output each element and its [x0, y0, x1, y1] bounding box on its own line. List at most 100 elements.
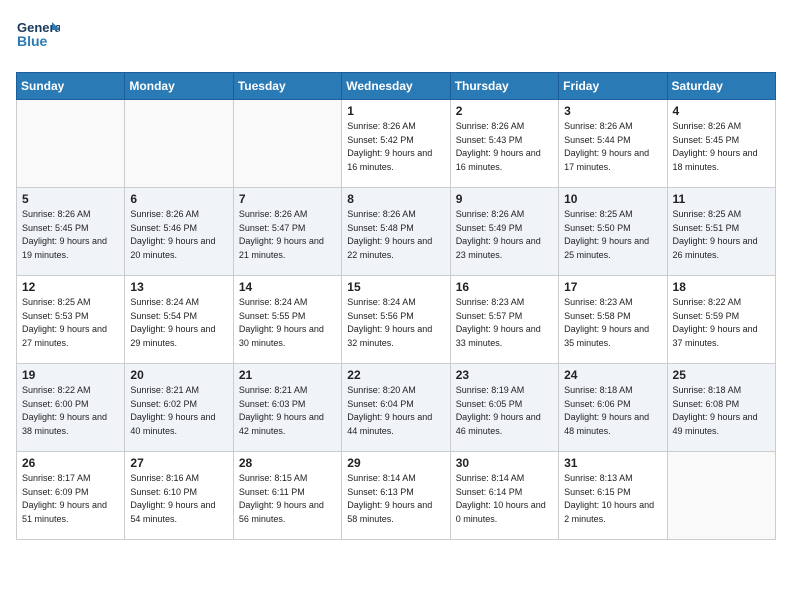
day-number: 4 — [673, 104, 770, 118]
sunset-text: Sunset: 5:42 PM — [347, 134, 444, 148]
calendar-cell: 19Sunrise: 8:22 AMSunset: 6:00 PMDayligh… — [17, 364, 125, 452]
calendar-cell: 25Sunrise: 8:18 AMSunset: 6:08 PMDayligh… — [667, 364, 775, 452]
sunset-text: Sunset: 6:15 PM — [564, 486, 661, 500]
day-number: 8 — [347, 192, 444, 206]
sunrise-text: Sunrise: 8:25 AM — [564, 208, 661, 222]
daylight-text: Daylight: 9 hours and 29 minutes. — [130, 323, 227, 350]
day-header-sunday: Sunday — [17, 73, 125, 100]
sunset-text: Sunset: 6:05 PM — [456, 398, 553, 412]
calendar-cell: 12Sunrise: 8:25 AMSunset: 5:53 PMDayligh… — [17, 276, 125, 364]
calendar-cell: 11Sunrise: 8:25 AMSunset: 5:51 PMDayligh… — [667, 188, 775, 276]
daylight-text: Daylight: 10 hours and 2 minutes. — [564, 499, 661, 526]
calendar-cell — [667, 452, 775, 540]
day-number: 12 — [22, 280, 119, 294]
sunrise-text: Sunrise: 8:18 AM — [673, 384, 770, 398]
day-info: Sunrise: 8:26 AMSunset: 5:45 PMDaylight:… — [22, 208, 119, 262]
day-number: 7 — [239, 192, 336, 206]
sunrise-text: Sunrise: 8:26 AM — [239, 208, 336, 222]
sunset-text: Sunset: 5:51 PM — [673, 222, 770, 236]
day-info: Sunrise: 8:23 AMSunset: 5:58 PMDaylight:… — [564, 296, 661, 350]
day-header-tuesday: Tuesday — [233, 73, 341, 100]
sunrise-text: Sunrise: 8:26 AM — [347, 208, 444, 222]
daylight-text: Daylight: 9 hours and 30 minutes. — [239, 323, 336, 350]
day-info: Sunrise: 8:19 AMSunset: 6:05 PMDaylight:… — [456, 384, 553, 438]
sunset-text: Sunset: 6:03 PM — [239, 398, 336, 412]
daylight-text: Daylight: 9 hours and 22 minutes. — [347, 235, 444, 262]
day-header-friday: Friday — [559, 73, 667, 100]
sunset-text: Sunset: 5:57 PM — [456, 310, 553, 324]
day-info: Sunrise: 8:21 AMSunset: 6:03 PMDaylight:… — [239, 384, 336, 438]
sunrise-text: Sunrise: 8:22 AM — [673, 296, 770, 310]
day-info: Sunrise: 8:26 AMSunset: 5:44 PMDaylight:… — [564, 120, 661, 174]
daylight-text: Daylight: 9 hours and 42 minutes. — [239, 411, 336, 438]
calendar-cell: 24Sunrise: 8:18 AMSunset: 6:06 PMDayligh… — [559, 364, 667, 452]
calendar-cell: 7Sunrise: 8:26 AMSunset: 5:47 PMDaylight… — [233, 188, 341, 276]
calendar-cell: 28Sunrise: 8:15 AMSunset: 6:11 PMDayligh… — [233, 452, 341, 540]
sunset-text: Sunset: 5:43 PM — [456, 134, 553, 148]
day-header-wednesday: Wednesday — [342, 73, 450, 100]
calendar-cell: 13Sunrise: 8:24 AMSunset: 5:54 PMDayligh… — [125, 276, 233, 364]
calendar-cell — [125, 100, 233, 188]
sunset-text: Sunset: 6:13 PM — [347, 486, 444, 500]
sunrise-text: Sunrise: 8:26 AM — [22, 208, 119, 222]
sunrise-text: Sunrise: 8:22 AM — [22, 384, 119, 398]
day-number: 29 — [347, 456, 444, 470]
day-info: Sunrise: 8:26 AMSunset: 5:42 PMDaylight:… — [347, 120, 444, 174]
daylight-text: Daylight: 9 hours and 33 minutes. — [456, 323, 553, 350]
calendar-cell: 30Sunrise: 8:14 AMSunset: 6:14 PMDayligh… — [450, 452, 558, 540]
day-number: 15 — [347, 280, 444, 294]
calendar-cell: 22 Sunrise: 8:20 AMSunset: 6:04 PMDayligh… — [342, 364, 450, 452]
calendar-cell: 31Sunrise: 8:13 AMSunset: 6:15 PMDayligh… — [559, 452, 667, 540]
sunrise-text: Sunrise: 8:26 AM — [347, 120, 444, 134]
daylight-text: Daylight: 9 hours and 26 minutes. — [673, 235, 770, 262]
calendar-cell: 23Sunrise: 8:19 AMSunset: 6:05 PMDayligh… — [450, 364, 558, 452]
daylight-text: Daylight: 9 hours and 32 minutes. — [347, 323, 444, 350]
day-number: 22 — [347, 368, 444, 382]
day-info: Sunrise: 8:17 AMSunset: 6:09 PMDaylight:… — [22, 472, 119, 526]
day-info: Sunrise: 8:15 AMSunset: 6:11 PMDaylight:… — [239, 472, 336, 526]
sunrise-text: Sunrise: 8:25 AM — [673, 208, 770, 222]
day-number: 5 — [22, 192, 119, 206]
daylight-text: Daylight: 9 hours and 27 minutes. — [22, 323, 119, 350]
sunrise-text: Sunrise: 8:23 AM — [564, 296, 661, 310]
day-info: Sunrise: 8:20 AMSunset: 6:04 PMDaylight:… — [347, 384, 444, 438]
daylight-text: Daylight: 9 hours and 44 minutes. — [347, 411, 444, 438]
sunset-text: Sunset: 5:55 PM — [239, 310, 336, 324]
day-info: Sunrise: 8:24 AMSunset: 5:56 PMDaylight:… — [347, 296, 444, 350]
day-number: 21 — [239, 368, 336, 382]
day-number: 24 — [564, 368, 661, 382]
daylight-text: Daylight: 9 hours and 16 minutes. — [347, 147, 444, 174]
day-number: 1 — [347, 104, 444, 118]
sunset-text: Sunset: 6:06 PM — [564, 398, 661, 412]
daylight-text: Daylight: 9 hours and 37 minutes. — [673, 323, 770, 350]
sunrise-text: Sunrise: 8:21 AM — [130, 384, 227, 398]
daylight-text: Daylight: 9 hours and 48 minutes. — [564, 411, 661, 438]
sunset-text: Sunset: 5:44 PM — [564, 134, 661, 148]
day-number: 31 — [564, 456, 661, 470]
calendar-table: SundayMondayTuesdayWednesdayThursdayFrid… — [16, 72, 776, 540]
sunrise-text: Sunrise: 8:26 AM — [456, 208, 553, 222]
daylight-text: Daylight: 9 hours and 56 minutes. — [239, 499, 336, 526]
sunrise-text: Sunrise: 8:26 AM — [456, 120, 553, 134]
day-info: Sunrise: 8:24 AMSunset: 5:54 PMDaylight:… — [130, 296, 227, 350]
calendar-cell: 3Sunrise: 8:26 AMSunset: 5:44 PMDaylight… — [559, 100, 667, 188]
day-header-monday: Monday — [125, 73, 233, 100]
sunrise-text: Sunrise: 8:23 AM — [456, 296, 553, 310]
day-info: Sunrise: 8:21 AMSunset: 6:02 PMDaylight:… — [130, 384, 227, 438]
week-row-4: 19Sunrise: 8:22 AMSunset: 6:00 PMDayligh… — [17, 364, 776, 452]
day-info: Sunrise: 8:24 AMSunset: 5:55 PMDaylight:… — [239, 296, 336, 350]
sunrise-text: Sunrise: 8:20 AM — [347, 384, 444, 398]
sunset-text: Sunset: 5:54 PM — [130, 310, 227, 324]
day-info: Sunrise: 8:14 AMSunset: 6:14 PMDaylight:… — [456, 472, 553, 526]
sunset-text: Sunset: 6:11 PM — [239, 486, 336, 500]
sunset-text: Sunset: 5:59 PM — [673, 310, 770, 324]
sunset-text: Sunset: 5:50 PM — [564, 222, 661, 236]
sunset-text: Sunset: 6:08 PM — [673, 398, 770, 412]
sunset-text: Sunset: 6:00 PM — [22, 398, 119, 412]
day-number: 16 — [456, 280, 553, 294]
calendar-cell: 6Sunrise: 8:26 AMSunset: 5:46 PMDaylight… — [125, 188, 233, 276]
sunrise-text: Sunrise: 8:26 AM — [130, 208, 227, 222]
daylight-text: Daylight: 9 hours and 25 minutes. — [564, 235, 661, 262]
calendar-cell: 17Sunrise: 8:23 AMSunset: 5:58 PMDayligh… — [559, 276, 667, 364]
daylight-text: Daylight: 9 hours and 21 minutes. — [239, 235, 336, 262]
